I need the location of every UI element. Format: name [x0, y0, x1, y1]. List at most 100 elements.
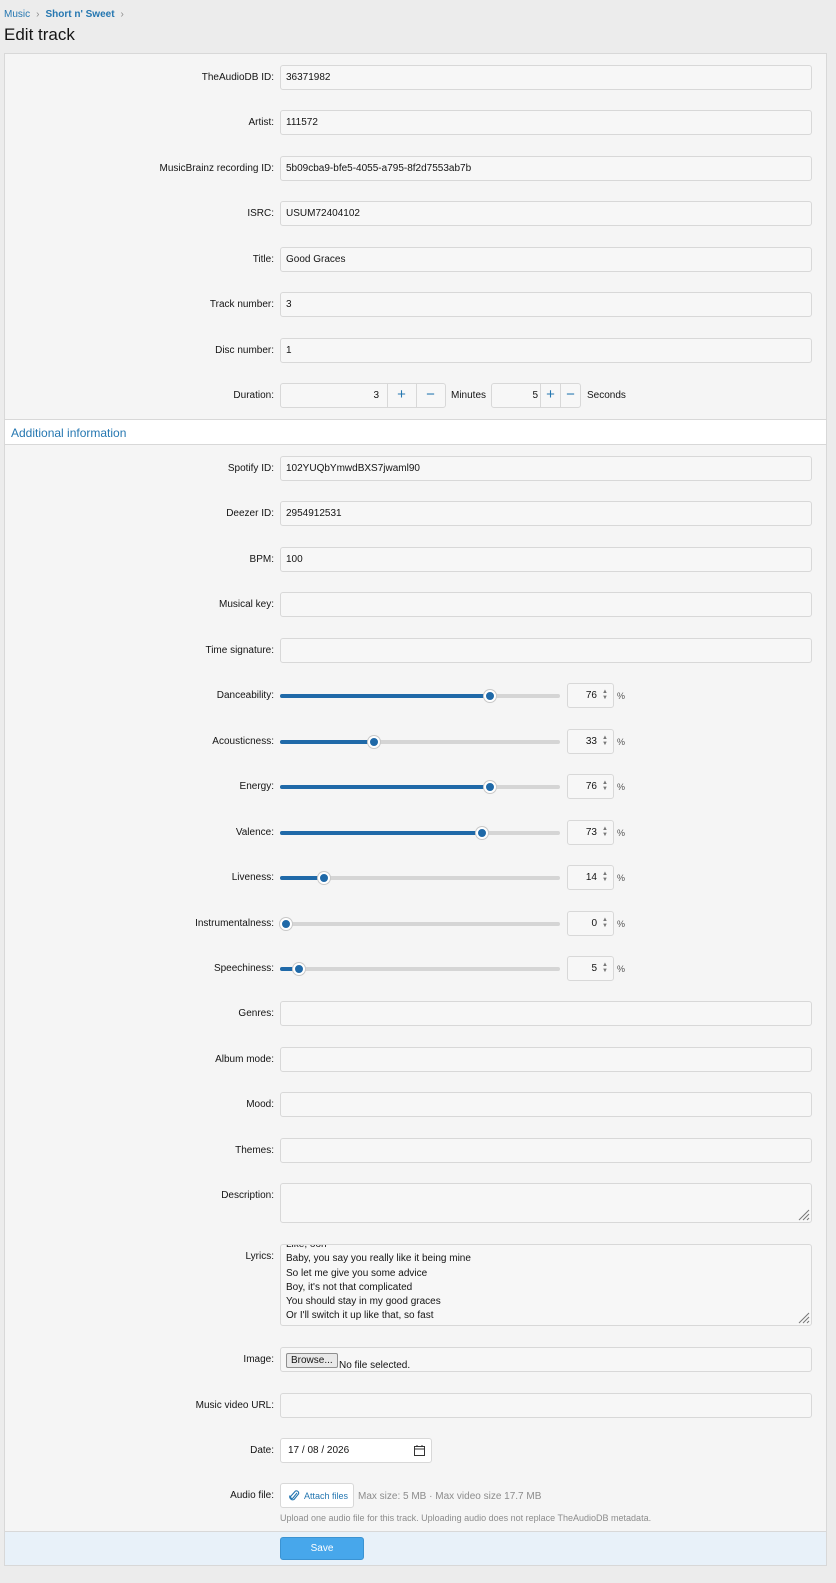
image-file-input[interactable]: Browse... No file selected. [280, 1347, 812, 1372]
page-title: Edit track [4, 25, 75, 44]
deezer-id-input[interactable]: 2954912531 [280, 501, 812, 526]
musical-key-input[interactable] [280, 592, 812, 617]
speechiness-number-input[interactable]: 5 ▲ ▼ [567, 956, 614, 981]
danceability-number-input[interactable]: 76 ▲ ▼ [567, 683, 614, 708]
duration-seconds-input[interactable]: 5 + − [491, 383, 581, 408]
themes-input[interactable] [280, 1138, 812, 1163]
genres-input[interactable] [280, 1001, 812, 1026]
duration-minutes-value: 3 [373, 390, 379, 401]
track-number-label: Track number: [209, 299, 274, 310]
slider-thumb[interactable] [317, 872, 330, 884]
spotify-id-input[interactable]: 102YUQbYmwdBXS7jwaml90 [280, 456, 812, 481]
acousticness-value: 33 [585, 736, 597, 747]
instrumentalness-slider[interactable] [280, 918, 560, 930]
valence-slider[interactable] [280, 827, 560, 839]
minus-icon: − [426, 386, 435, 403]
duration-minutes-input[interactable]: 3 + − [280, 383, 446, 408]
chevron-right-icon: › [36, 8, 40, 20]
lyrics-line: Like, ooh [286, 1244, 327, 1250]
slider-thumb[interactable] [293, 963, 306, 975]
spinner-arrows-icon[interactable]: ▲ ▼ [601, 871, 609, 884]
date-label: Date: [250, 1445, 274, 1456]
form-footer: Save [5, 1531, 826, 1565]
slider-fill [280, 876, 320, 880]
liveness-value: 14 [585, 872, 597, 883]
minutes-decrement-button[interactable]: − [416, 384, 444, 407]
save-button[interactable]: Save [280, 1537, 364, 1560]
bpm-input[interactable]: 100 [280, 547, 812, 572]
valence-number-input[interactable]: 73 ▲ ▼ [567, 820, 614, 845]
spinner-arrows-icon[interactable]: ▲ ▼ [601, 826, 609, 839]
musical-key-label: Musical key: [218, 599, 274, 610]
resize-handle-icon[interactable] [796, 1310, 810, 1324]
disc-number-input[interactable]: 1 [280, 338, 812, 363]
lyrics-line: Boy, it's not that complicated [286, 1281, 413, 1293]
date-input[interactable]: 17 / 08 / 2026 [280, 1438, 432, 1463]
description-label: Description: [221, 1190, 274, 1201]
slider-thumb[interactable] [280, 918, 292, 930]
spinner-arrows-icon[interactable]: ▲ ▼ [601, 735, 609, 748]
title-label: Title: [252, 254, 274, 265]
slider-thumb[interactable] [475, 827, 488, 839]
slider-thumb[interactable] [368, 736, 381, 748]
browse-button[interactable]: Browse... [286, 1353, 338, 1368]
danceability-slider[interactable] [280, 690, 560, 702]
audio-hint-text: Upload one audio file for this track. Up… [280, 1513, 652, 1523]
slider-thumb[interactable] [483, 690, 496, 702]
breadcrumb-link-album[interactable]: Short n' Sweet [45, 9, 114, 20]
instrumentalness-value: 0 [591, 918, 597, 929]
isrc-input[interactable]: USUM72404102 [280, 201, 812, 226]
spinner-arrows-icon[interactable]: ▲ ▼ [601, 780, 609, 793]
instrumentalness-number-input[interactable]: 0 ▲ ▼ [567, 911, 614, 936]
mood-input[interactable] [280, 1092, 812, 1117]
slider-fill [280, 694, 493, 698]
calendar-icon[interactable] [414, 1445, 425, 1456]
breadcrumb-link-music[interactable]: Music [4, 9, 30, 20]
seconds-unit-label: Seconds [587, 390, 626, 401]
speechiness-slider[interactable] [280, 963, 560, 975]
isrc-label: ISRC: [247, 208, 274, 219]
percent-unit: % [617, 919, 626, 929]
image-label: Image: [243, 1354, 274, 1365]
liveness-label: Liveness: [231, 872, 274, 883]
genres-label: Genres: [238, 1008, 274, 1019]
music-video-url-input[interactable] [280, 1393, 812, 1418]
description-textarea[interactable] [280, 1183, 812, 1223]
chevron-right-icon: › [120, 8, 124, 20]
minutes-unit-label: Minutes [451, 390, 487, 401]
duration-label: Duration: [233, 390, 274, 401]
liveness-slider[interactable] [280, 872, 560, 884]
artist-input[interactable]: 111572 [280, 110, 812, 135]
percent-unit: % [617, 828, 626, 838]
minutes-increment-button[interactable]: + [387, 384, 415, 407]
seconds-increment-button[interactable]: + [540, 384, 560, 407]
lyrics-content: Like, ooh Baby, you say you really like … [281, 1244, 811, 1324]
slider-thumb[interactable] [483, 781, 496, 793]
energy-number-input[interactable]: 76 ▲ ▼ [567, 774, 614, 799]
section-title[interactable]: Additional information [11, 426, 126, 440]
lyrics-line: So let me give you some advice [286, 1267, 428, 1279]
energy-slider[interactable] [280, 781, 560, 793]
time-signature-input[interactable] [280, 638, 812, 663]
attach-files-button[interactable]: Attach files [280, 1483, 354, 1508]
acousticness-slider[interactable] [280, 736, 560, 748]
artist-label: Artist: [248, 117, 274, 128]
slider-fill [280, 785, 493, 789]
percent-unit: % [617, 782, 626, 792]
seconds-decrement-button[interactable]: − [560, 384, 580, 407]
spinner-arrows-icon[interactable]: ▲ ▼ [601, 689, 609, 702]
musicbrainz-id-input[interactable]: 5b09cba9-bfe5-4055-a795-8f2d7553ab7b [280, 156, 812, 181]
theaudiodb-id-input[interactable]: 36371982 [280, 65, 812, 90]
file-status: No file selected. [339, 1360, 411, 1371]
lyrics-textarea[interactable]: Like, ooh Baby, you say you really like … [280, 1244, 812, 1326]
spinner-arrows-icon[interactable]: ▲ ▼ [601, 917, 609, 930]
album-mode-input[interactable] [280, 1047, 812, 1072]
acousticness-number-input[interactable]: 33 ▲ ▼ [567, 729, 614, 754]
title-input[interactable]: Good Graces [280, 247, 812, 272]
liveness-number-input[interactable]: 14 ▲ ▼ [567, 865, 614, 890]
resize-handle-icon[interactable] [796, 1207, 810, 1221]
bpm-label: BPM: [249, 554, 274, 565]
spinner-arrows-icon[interactable]: ▲ ▼ [601, 962, 609, 975]
track-number-input[interactable]: 3 [280, 292, 812, 317]
attach-size-limits: Max size: 5 MB · Max video size 17.7 MB [358, 1491, 542, 1502]
